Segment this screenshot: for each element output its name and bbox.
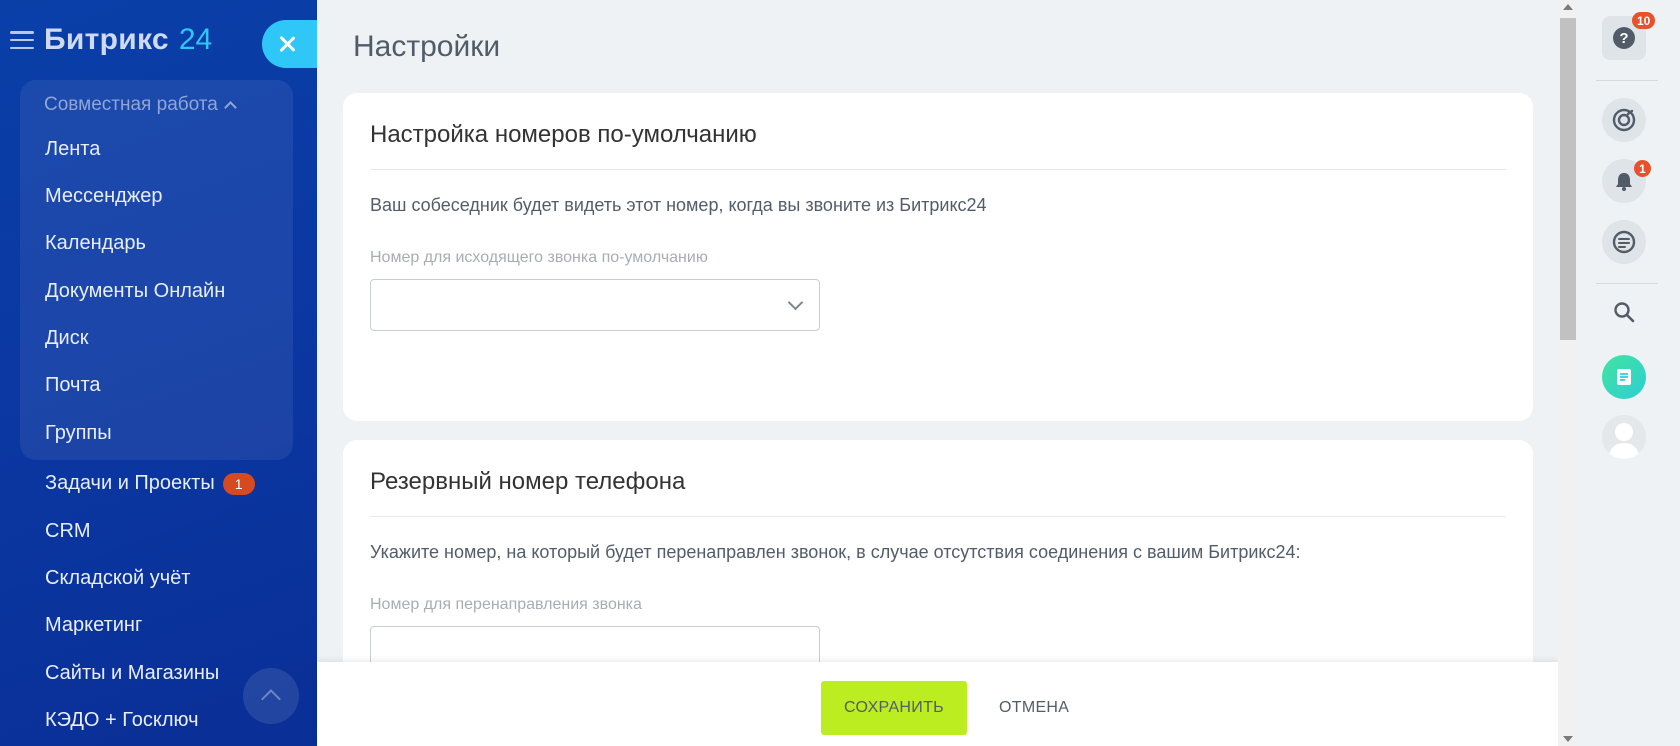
- card-title: Настройка номеров по-умолчанию: [370, 121, 757, 148]
- sidebar-item-tasks[interactable]: Задачи и Проекты 1: [45, 472, 255, 495]
- scroll-up-arrow-icon[interactable]: [1563, 4, 1573, 10]
- field-label: Номер для исходящего звонка по-умолчанию: [370, 249, 708, 266]
- user-avatar[interactable]: [1602, 415, 1646, 459]
- default-numbers-card: Настройка номеров по-умолчанию Ваш собес…: [343, 93, 1533, 421]
- default-outgoing-number-select[interactable]: [370, 279, 820, 331]
- logo-text[interactable]: Битрикс: [44, 23, 169, 57]
- scroll-down-arrow-icon[interactable]: [1563, 736, 1573, 742]
- sidebar-item-marketing[interactable]: Маркетинг: [45, 614, 142, 637]
- sidebar-item-kedo[interactable]: КЭДО + Госключ: [45, 709, 199, 732]
- action-bar: СОХРАНИТЬ ОТМЕНА: [317, 662, 1558, 746]
- chevron-up-icon: [261, 689, 281, 709]
- notifications-badge: 1: [1634, 160, 1651, 177]
- card-description: Укажите номер, на который будет перенапр…: [370, 542, 1301, 562]
- sidebar-item-calendar[interactable]: Календарь: [45, 232, 146, 255]
- help-badge: 10: [1632, 12, 1656, 29]
- right-toolbar: ? 10 1: [1578, 0, 1680, 746]
- page-scrollbar[interactable]: [1558, 0, 1578, 746]
- chats-button[interactable]: [1602, 220, 1646, 264]
- news-avatar[interactable]: [1602, 355, 1646, 399]
- chevron-down-icon: [787, 294, 804, 311]
- card-description: Ваш собеседник будет видеть этот номер, …: [370, 195, 987, 215]
- menu-burger-icon[interactable]: [10, 31, 34, 49]
- field-label: Номер для перенаправления звонка: [370, 596, 642, 613]
- sidebar-item-mail[interactable]: Почта: [45, 374, 101, 397]
- separator: [1596, 80, 1658, 81]
- document-icon: [1617, 369, 1631, 385]
- settings-page: Настройки Настройка номеров по-умолчанию…: [317, 0, 1558, 746]
- search-icon: [1614, 302, 1635, 323]
- logo-number[interactable]: 24: [179, 23, 212, 57]
- sidebar-item-messenger[interactable]: Мессенджер: [45, 185, 162, 208]
- sidebar-item-crm[interactable]: CRM: [45, 520, 91, 543]
- sidebar-item-inventory[interactable]: Складской учёт: [45, 567, 190, 590]
- sidebar-item-groups[interactable]: Группы: [45, 422, 112, 445]
- scroll-to-top-button[interactable]: [243, 668, 299, 724]
- save-button[interactable]: СОХРАНИТЬ: [821, 681, 967, 735]
- left-sidebar: Битрикс 24 Совместная работа Лента Мессе…: [0, 0, 317, 746]
- search-button[interactable]: [1602, 290, 1646, 334]
- sidebar-item-feed[interactable]: Лента: [45, 138, 100, 161]
- cancel-button[interactable]: ОТМЕНА: [985, 681, 1083, 735]
- sidebar-item-sites[interactable]: Сайты и Магазины: [45, 662, 219, 685]
- chat-list-icon: [1612, 230, 1636, 254]
- sidebar-group-title[interactable]: Совместная работа: [44, 94, 237, 116]
- user-avatar-icon: [1608, 423, 1640, 459]
- logo-row: Битрикс 24: [10, 22, 212, 58]
- sidebar-item-disk[interactable]: Диск: [45, 327, 88, 350]
- chevron-up-icon: [223, 101, 237, 114]
- copilot-button[interactable]: [1602, 98, 1646, 142]
- tasks-count-badge: 1: [222, 472, 255, 495]
- page-title: Настройки: [353, 30, 501, 63]
- sidebar-group-collaboration: Совместная работа: [20, 80, 293, 460]
- separator: [1596, 283, 1658, 284]
- scrollbar-thumb[interactable]: [1560, 18, 1576, 340]
- help-icon: ?: [1613, 27, 1635, 49]
- sidebar-item-documents[interactable]: Документы Онлайн: [45, 280, 225, 303]
- close-icon: [278, 35, 296, 53]
- bell-icon: [1616, 173, 1632, 191]
- copilot-icon: [1612, 108, 1636, 132]
- close-slider-button[interactable]: [262, 20, 324, 68]
- card-title: Резервный номер телефона: [370, 468, 686, 495]
- divider: [370, 516, 1506, 517]
- divider: [370, 169, 1506, 170]
